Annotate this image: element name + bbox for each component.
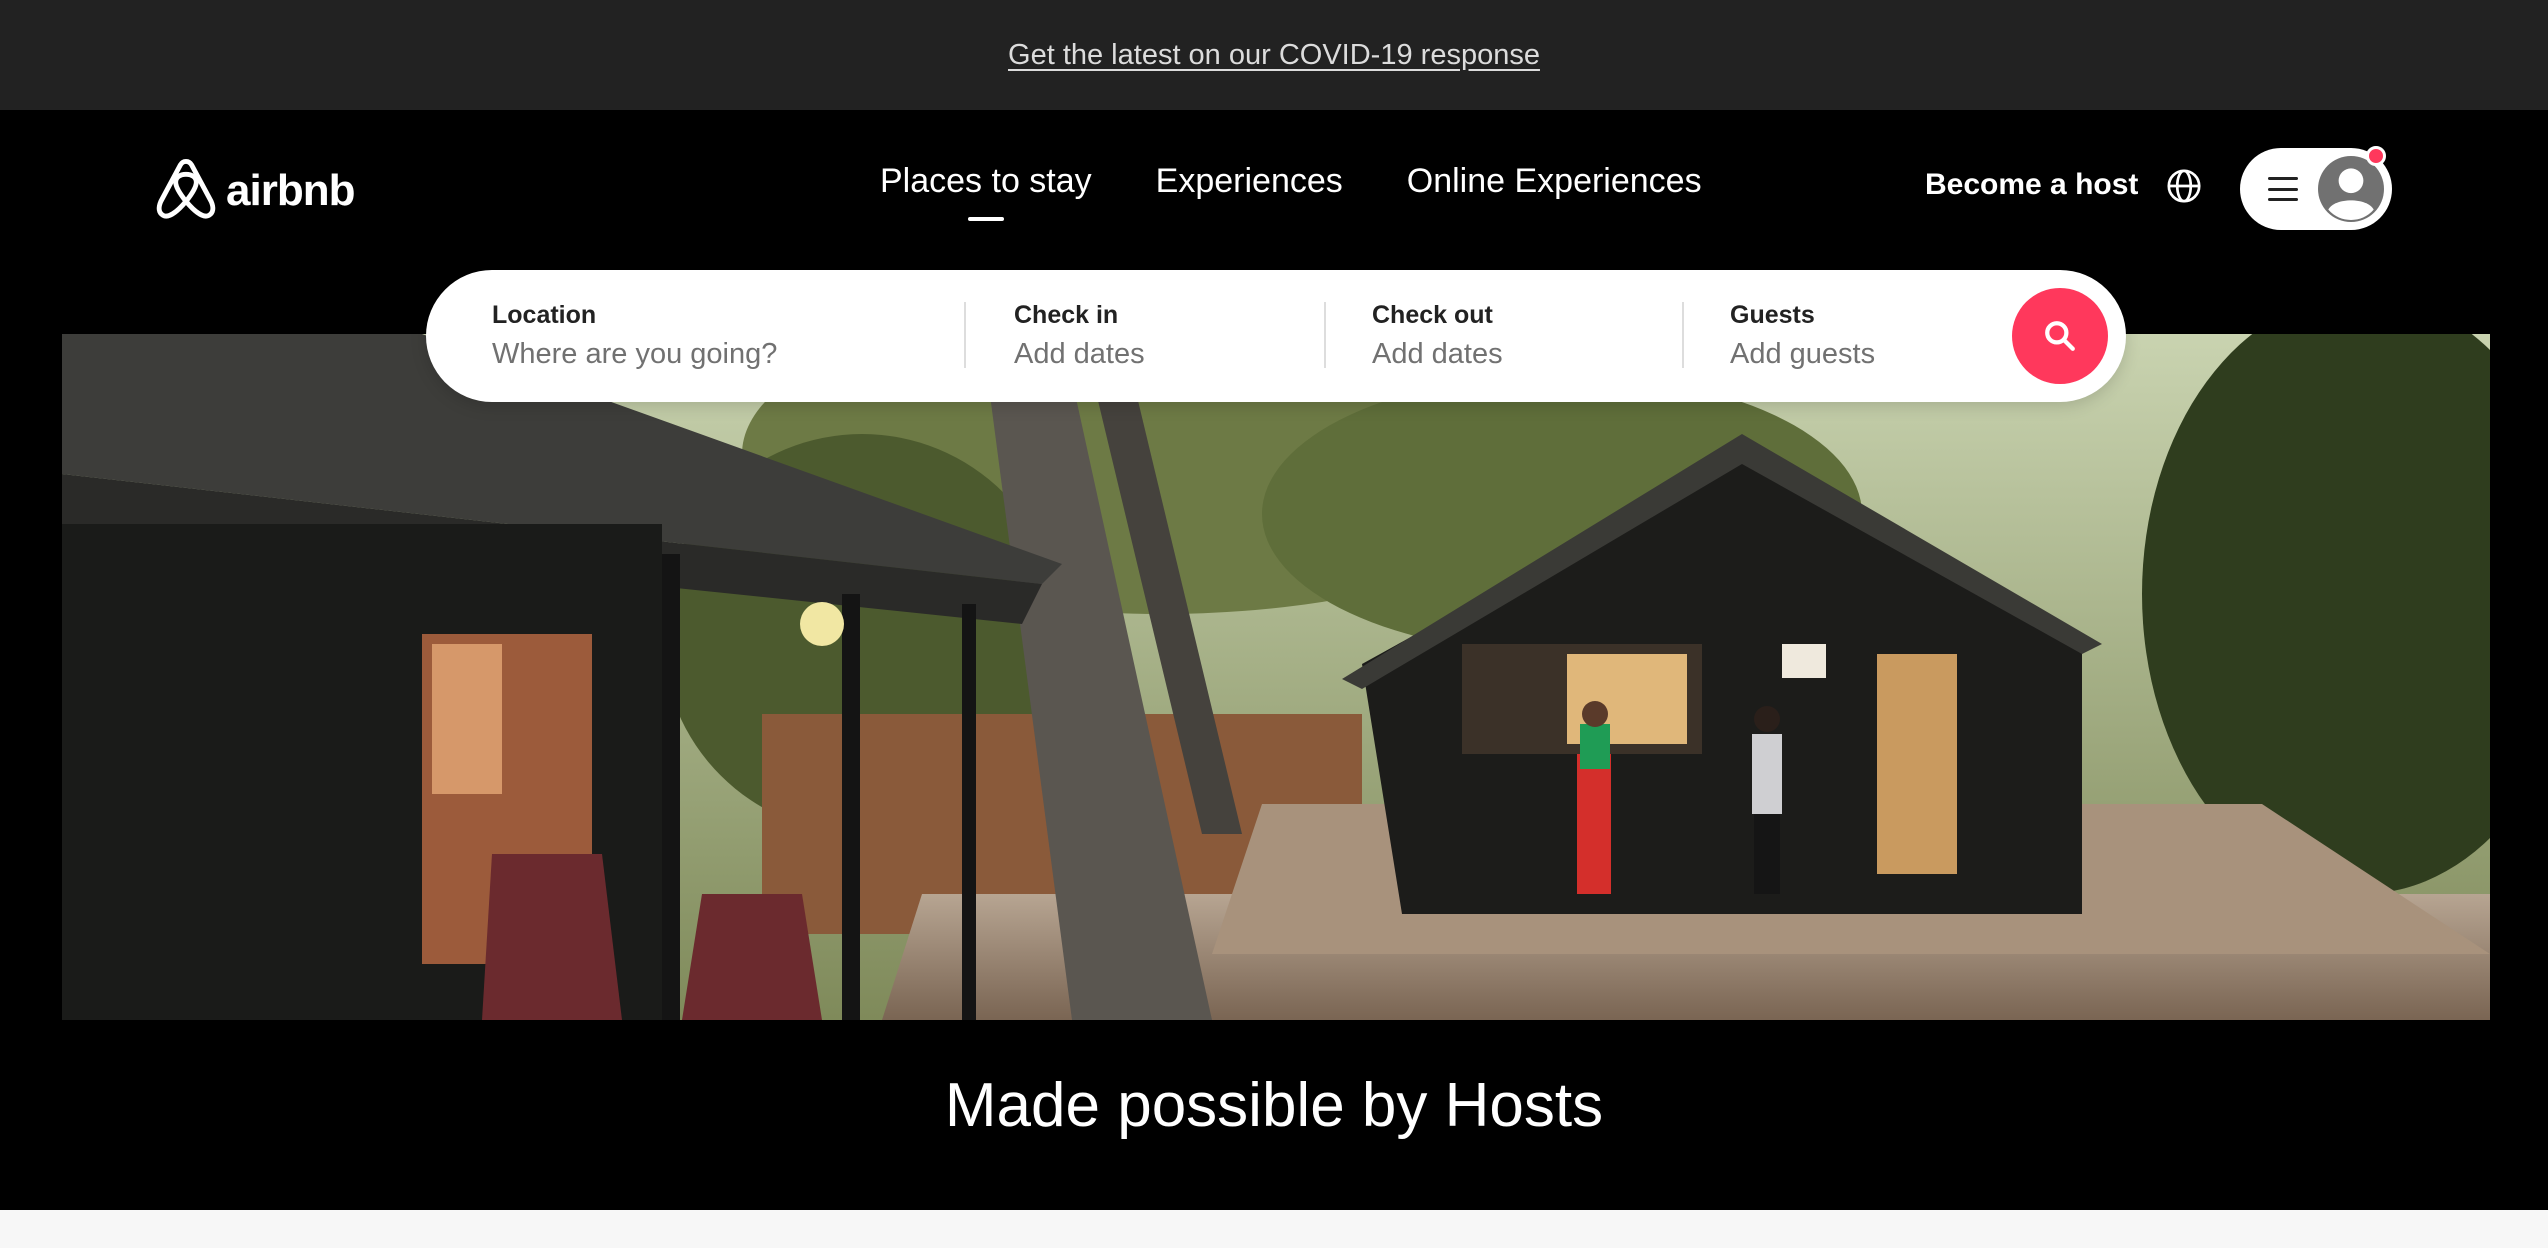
airbnb-logo-icon [156,159,216,219]
hamburger-icon [2268,177,2298,201]
globe-icon[interactable] [2166,168,2202,204]
search-bar: Location Where are you going? Check in A… [426,270,2126,402]
check-out-label: Check out [1372,301,1493,329]
check-in-label: Check in [1014,301,1119,329]
search-divider [1324,302,1326,368]
search-divider [1682,302,1684,368]
notification-dot [2366,146,2386,166]
nav-places-to-stay[interactable]: Places to stay [880,162,1092,221]
check-out-field[interactable]: Check out Add dates [1372,270,1672,402]
guests-label: Guests [1730,301,1815,329]
main-nav: Places to stay Experiences Online Experi… [880,162,1702,221]
airbnb-logo[interactable]: airbnb [156,156,355,226]
hero-tagline: Made possible by Hosts [944,1071,1604,1140]
page-content-start [0,1210,2548,1248]
search-button[interactable] [2012,288,2108,384]
user-menu-button[interactable] [2240,146,2392,230]
covid-banner: Get the latest on our COVID-19 response [0,0,2548,110]
location-label: Location [492,301,597,329]
search-icon [2045,321,2075,351]
covid-response-link[interactable]: Get the latest on our COVID-19 response [1008,39,1540,72]
search-divider [964,302,966,368]
guests-field[interactable]: Guests Add guests [1730,270,2000,402]
nav-online-experiences[interactable]: Online Experiences [1407,162,1702,201]
hero-photo [62,334,2490,1020]
site-header: airbnb Places to stay Experiences Online… [0,110,2548,270]
nav-experiences[interactable]: Experiences [1156,162,1343,201]
location-input[interactable]: Where are you going? [492,338,952,371]
logo-wordmark: airbnb [226,166,355,215]
become-a-host-link[interactable]: Become a host [1925,168,2138,202]
check-out-value: Add dates [1372,338,1503,370]
check-in-field[interactable]: Check in Add dates [1014,270,1314,402]
check-in-value: Add dates [1014,338,1145,370]
location-field[interactable]: Location Where are you going? [492,270,952,402]
guests-value: Add guests [1730,338,1876,370]
